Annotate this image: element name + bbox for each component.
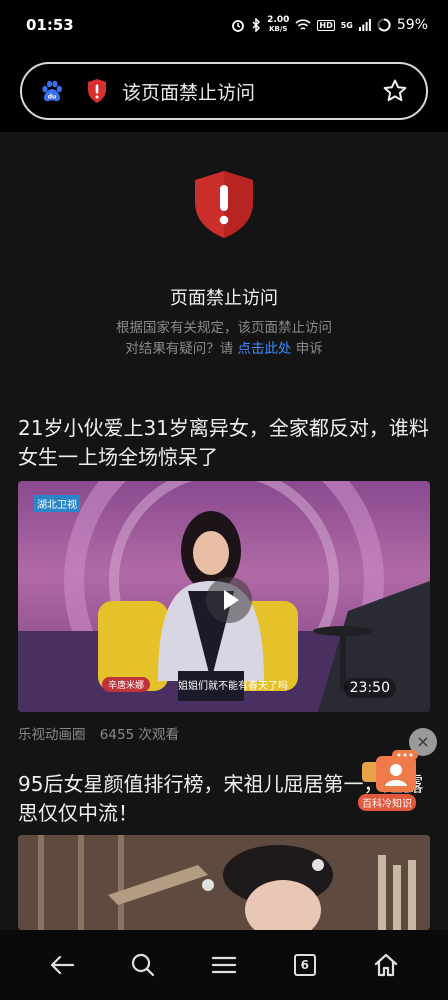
baidu-paw-icon[interactable]: du [40, 79, 64, 103]
floating-widget-label[interactable]: 百科冷知识 [358, 794, 416, 811]
address-bar[interactable]: du 该页面禁止访问 [20, 62, 428, 120]
address-title[interactable]: 该页面禁止访问 [122, 78, 382, 105]
status-bar: 01:53 2.00 KB/S HD 5G 59% [0, 0, 448, 50]
channel-logo: 湖北卫视 [34, 495, 80, 512]
menu-icon [211, 956, 237, 974]
network-speed: 2.00 KB/S [267, 15, 290, 34]
article-source: 乐视动画圈 [18, 727, 86, 743]
hd-badge: HD [317, 19, 335, 31]
article-meta: 乐视动画圈 6455 次观看 [18, 723, 179, 743]
network-type: 5G [340, 20, 353, 30]
article-title[interactable]: 21岁小伙爱上31岁离异女，全家都反对，谁料女生一上场全场惊呆了 [18, 414, 432, 472]
status-icons: 2.00 KB/S HD 5G 59% [231, 16, 428, 34]
home-button[interactable] [366, 945, 406, 985]
status-time: 01:53 [26, 16, 74, 34]
alarm-icon [232, 20, 245, 32]
tab-count: 6 [293, 954, 316, 976]
costume-drama-thumbnail [18, 835, 430, 930]
home-icon [374, 953, 397, 977]
tabs-button[interactable]: 6 [285, 945, 325, 985]
video-duration: 23:50 [343, 678, 396, 698]
forbidden-shield-icon [195, 171, 253, 238]
battery-ring-icon [377, 18, 391, 32]
bottom-navigation: 6 [0, 930, 448, 1000]
video-thumbnail[interactable]: 湖北卫视 辛唐米娜 姐姐们就不能有春天了吗 23:50 [18, 481, 430, 712]
address-bar-container: du 该页面禁止访问 [0, 50, 448, 132]
article-views: 6455 次观看 [99, 727, 179, 743]
battery-percent: 59% [396, 17, 428, 33]
bookmark-star-icon[interactable] [382, 78, 408, 104]
article-thumbnail[interactable] [18, 835, 430, 930]
warning-shield-icon [88, 79, 106, 103]
svg-text:du: du [48, 94, 57, 101]
search-icon [132, 953, 155, 977]
forbidden-description: 根据国家有关规定，该页面禁止访问 对结果有疑问？请 点击此处 申诉 [116, 320, 332, 357]
back-arrow-icon [51, 955, 75, 975]
menu-button[interactable] [204, 945, 244, 985]
bluetooth-icon [252, 18, 261, 32]
forbidden-title: 页面禁止访问 [170, 288, 278, 309]
wifi-icon [295, 18, 311, 30]
name-tag: 辛唐米娜 [102, 677, 151, 692]
signal-icon [358, 19, 371, 31]
back-button[interactable] [42, 945, 82, 985]
video-subtitle: 姐姐们就不能有春天了吗 [178, 681, 288, 692]
search-button[interactable] [123, 945, 163, 985]
appeal-link[interactable]: 点击此处 [238, 341, 292, 357]
play-button[interactable] [206, 577, 252, 623]
